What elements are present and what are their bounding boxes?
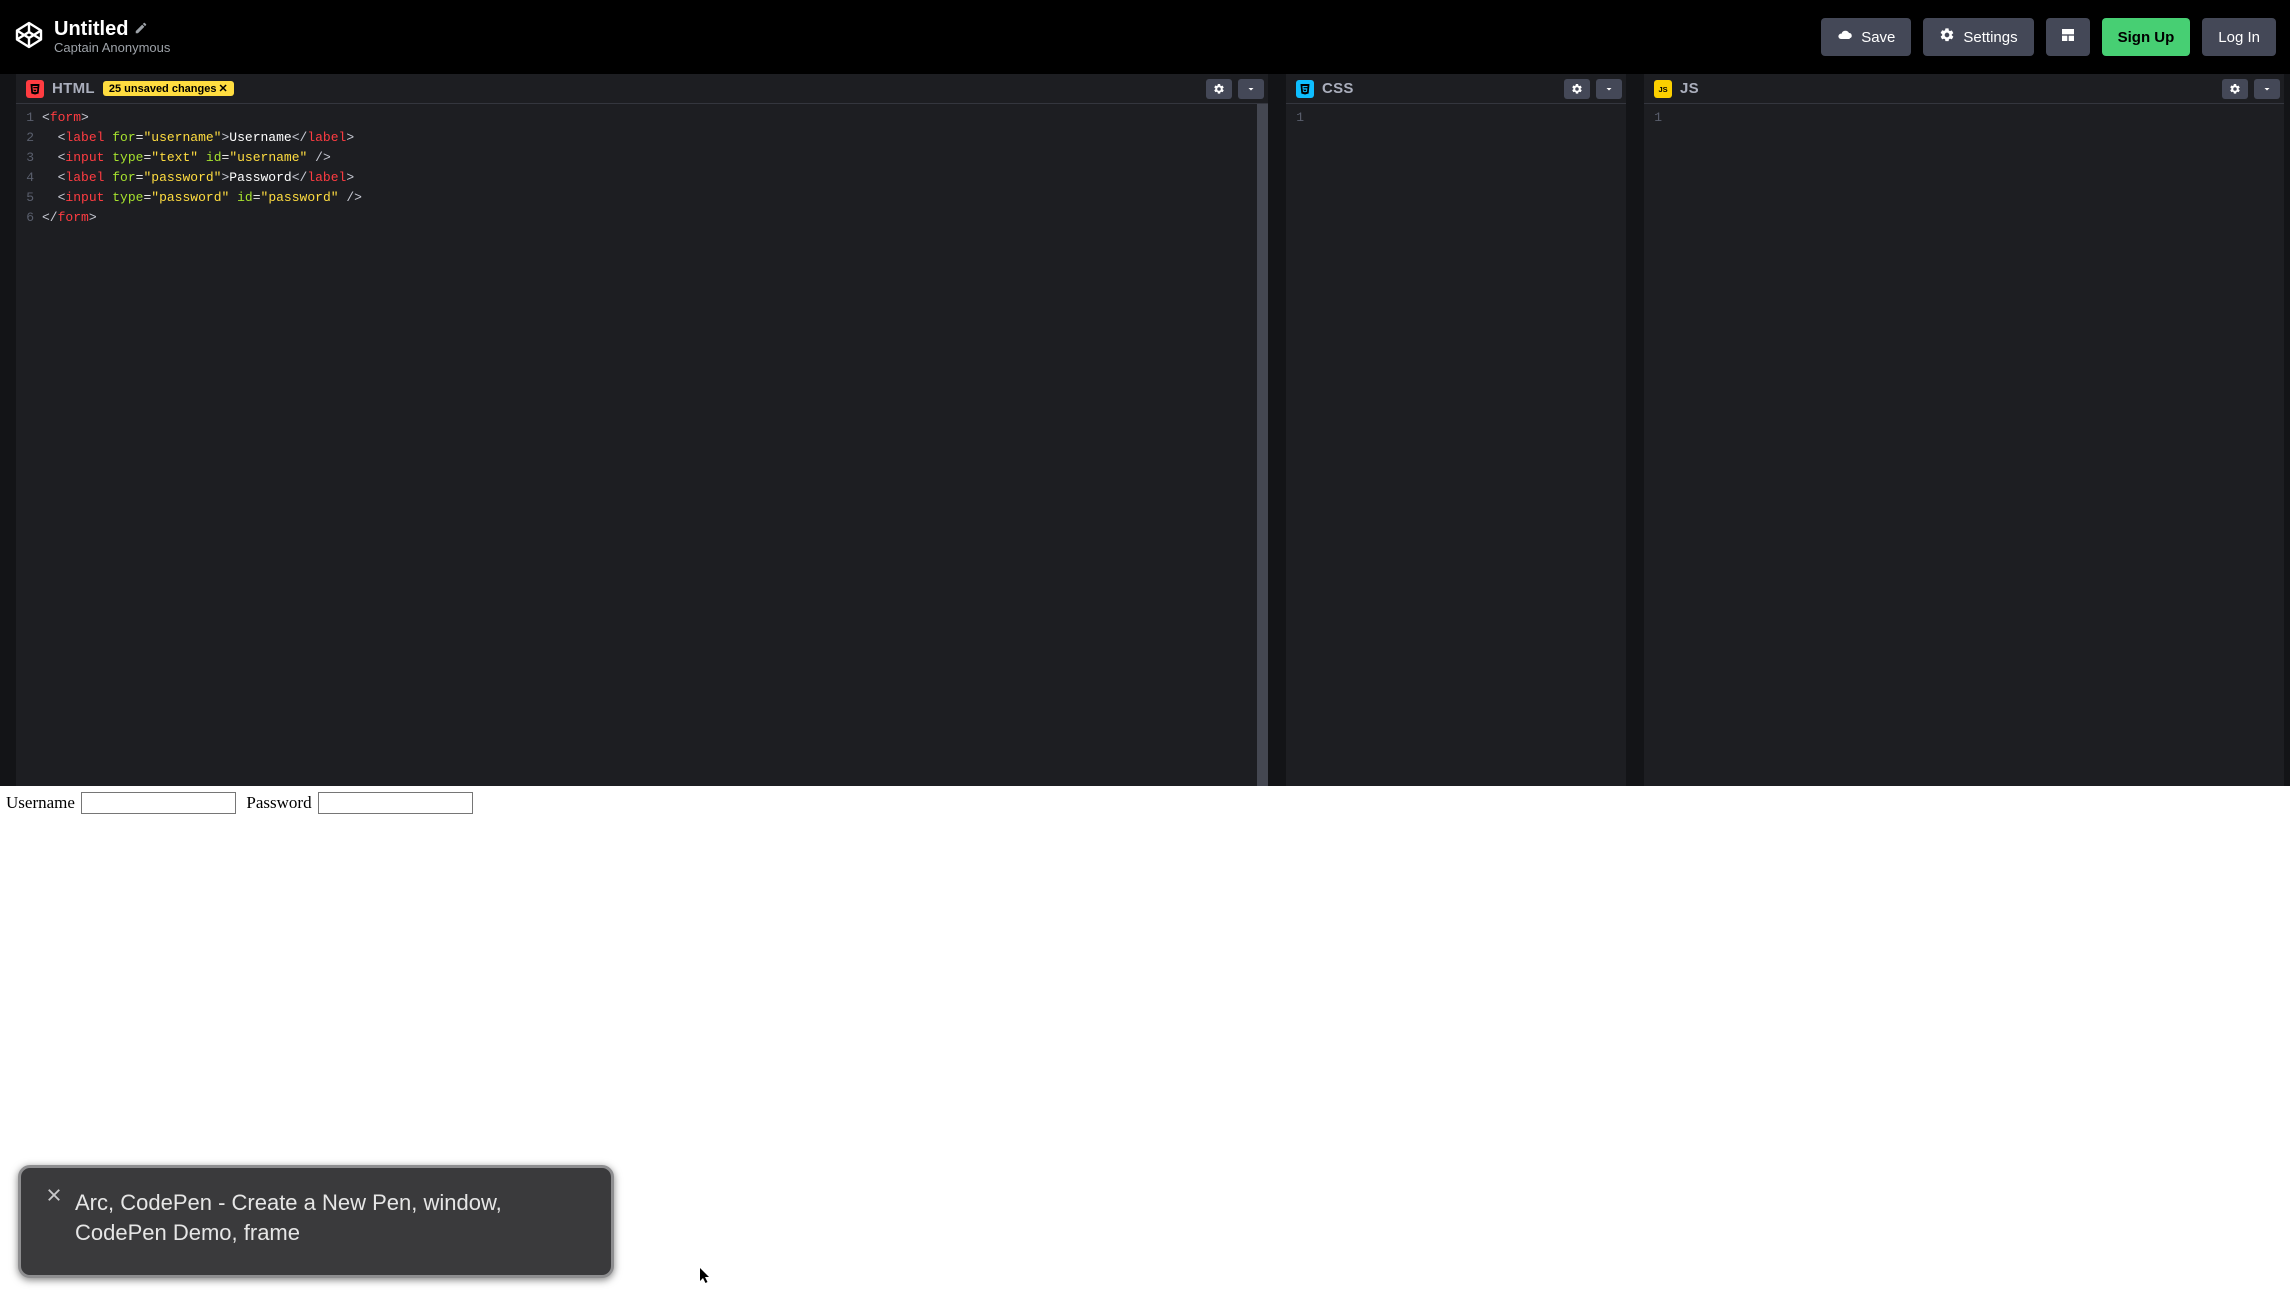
css-settings-button[interactable] (1564, 79, 1590, 99)
login-button[interactable]: Log In (2202, 18, 2276, 56)
js-settings-button[interactable] (2222, 79, 2248, 99)
save-button-label: Save (1861, 29, 1895, 46)
css-panel: CSS 1 (1286, 74, 1626, 786)
css-code-editor[interactable]: 1 (1286, 104, 1626, 786)
gear-icon (1939, 27, 1955, 47)
html-panel: HTML 25 unsaved changes ✕ 1<form>2 <labe… (16, 74, 1268, 786)
html-lang-icon (26, 80, 44, 98)
css-lang-icon (1296, 80, 1314, 98)
mouse-cursor (700, 1268, 710, 1282)
signup-button-label: Sign Up (2118, 29, 2175, 46)
tooltip-close-button[interactable] (43, 1184, 65, 1206)
codepen-logo[interactable] (14, 20, 44, 55)
unsaved-changes-badge[interactable]: 25 unsaved changes ✕ (103, 81, 234, 96)
css-dropdown-button[interactable] (1596, 79, 1622, 99)
layout-button[interactable] (2046, 18, 2090, 56)
layout-icon (2060, 27, 2076, 47)
edit-title-icon[interactable] (134, 18, 148, 41)
editor-panels: HTML 25 unsaved changes ✕ 1<form>2 <labe… (0, 74, 2290, 786)
css-panel-header: CSS (1286, 74, 1626, 104)
js-panel: JS JS 1 (1644, 74, 2284, 786)
login-button-label: Log In (2218, 29, 2260, 46)
html-settings-button[interactable] (1206, 79, 1232, 99)
svg-text:JS: JS (1659, 85, 1668, 94)
js-code-editor[interactable]: 1 (1644, 104, 2284, 786)
html-panel-header: HTML 25 unsaved changes ✕ (16, 74, 1268, 104)
settings-button[interactable]: Settings (1923, 18, 2033, 56)
save-button[interactable]: Save (1821, 18, 1911, 56)
accessibility-tooltip: Arc, CodePen - Create a New Pen, window,… (18, 1165, 614, 1278)
signup-button[interactable]: Sign Up (2102, 18, 2191, 56)
html-panel-label: HTML (52, 80, 95, 97)
preview-username-label[interactable]: Username (6, 793, 75, 812)
preview-password-input[interactable] (318, 792, 473, 814)
tooltip-text: Arc, CodePen - Create a New Pen, window,… (75, 1190, 502, 1245)
css-panel-label: CSS (1322, 80, 1354, 97)
js-panel-label: JS (1680, 80, 1699, 97)
js-panel-header: JS JS (1644, 74, 2284, 104)
html-dropdown-button[interactable] (1238, 79, 1264, 99)
scrollbar-vertical[interactable] (1257, 104, 1268, 786)
settings-button-label: Settings (1963, 29, 2017, 46)
pen-author: Captain Anonymous (54, 41, 170, 56)
app-header: Untitled Captain Anonymous Save Settings… (0, 6, 2290, 68)
close-icon: ✕ (218, 82, 227, 95)
html-code-editor[interactable]: 1<form>2 <label for="username">Username<… (16, 104, 1268, 786)
preview-password-label[interactable]: Password (246, 793, 311, 812)
pen-title[interactable]: Untitled (54, 18, 128, 41)
preview-username-input[interactable] (81, 792, 236, 814)
js-lang-icon: JS (1654, 80, 1672, 98)
cloud-icon (1837, 27, 1853, 47)
unsaved-changes-text: 25 unsaved changes (109, 83, 217, 95)
js-dropdown-button[interactable] (2254, 79, 2280, 99)
